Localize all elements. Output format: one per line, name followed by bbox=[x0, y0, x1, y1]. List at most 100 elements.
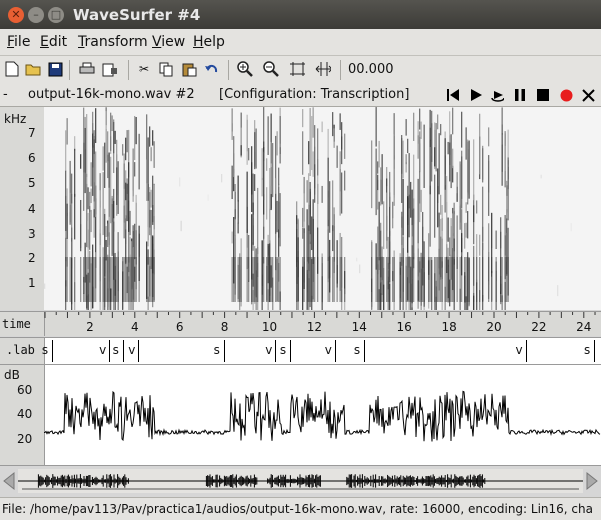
configuration-label: [Configuration: Transcription] bbox=[219, 87, 410, 102]
spectrogram-plot[interactable] bbox=[44, 107, 601, 310]
spectrogram-stripe bbox=[129, 210, 131, 236]
sound-menu-dash[interactable]: - bbox=[3, 87, 8, 102]
spectrogram-stripe bbox=[429, 109, 431, 141]
close-icon[interactable]: ✕ bbox=[8, 7, 24, 23]
spectrogram-stripe bbox=[308, 173, 310, 225]
menu-transform[interactable]: Transform bbox=[78, 34, 148, 50]
spectrogram-stripe bbox=[251, 162, 253, 212]
segment-boundary[interactable] bbox=[122, 340, 124, 362]
segment-label[interactable]: v bbox=[516, 343, 523, 357]
zoom-out-icon[interactable] bbox=[263, 61, 279, 77]
play-from-start-icon[interactable] bbox=[446, 88, 460, 102]
scroll-right-icon[interactable] bbox=[585, 471, 599, 495]
menu-edit[interactable]: Edit bbox=[40, 34, 67, 50]
segment-boundary[interactable] bbox=[109, 340, 111, 362]
spectrogram-low-band bbox=[146, 257, 148, 302]
copy-icon[interactable] bbox=[158, 61, 174, 77]
close-sound-icon[interactable] bbox=[581, 88, 595, 102]
spectrogram-stripe bbox=[255, 128, 257, 169]
zoom-selection-icon[interactable] bbox=[315, 61, 331, 77]
spectrogram-stripe bbox=[312, 107, 314, 138]
spectrogram-stripe bbox=[449, 237, 451, 257]
segment-boundary[interactable] bbox=[275, 340, 277, 362]
spectrogram-stripe bbox=[231, 231, 233, 244]
time-tick-label: 6 bbox=[176, 320, 184, 334]
zoom-fit-icon[interactable] bbox=[289, 61, 305, 77]
spectrogram-low-band bbox=[402, 257, 404, 302]
open-folder-icon[interactable] bbox=[25, 61, 41, 77]
spectrogram-low-band bbox=[257, 257, 259, 302]
segment-label[interactable]: s bbox=[354, 343, 360, 357]
power-plot[interactable] bbox=[44, 365, 601, 465]
segment-label[interactable]: v bbox=[128, 343, 135, 357]
spectrogram-low-band bbox=[251, 257, 253, 302]
segment-boundary[interactable] bbox=[289, 340, 291, 362]
record-icon[interactable] bbox=[559, 88, 573, 102]
segment-label[interactable]: v bbox=[99, 343, 106, 357]
stop-icon[interactable] bbox=[536, 88, 550, 102]
segment-label[interactable]: s bbox=[280, 343, 286, 357]
segment-boundary[interactable] bbox=[51, 340, 53, 362]
spectrogram-stripe bbox=[110, 112, 112, 151]
pause-icon[interactable] bbox=[513, 88, 527, 102]
spectrogram-stripe bbox=[270, 194, 272, 211]
new-file-icon[interactable] bbox=[4, 61, 20, 77]
segment-label[interactable]: v bbox=[325, 343, 332, 357]
khz-tick: 6 bbox=[28, 151, 36, 165]
spectrogram-stripe bbox=[312, 151, 314, 177]
spectrogram-low-band bbox=[333, 257, 335, 302]
print-setup-icon[interactable] bbox=[102, 61, 118, 77]
loop-play-icon[interactable] bbox=[490, 88, 504, 102]
spectrogram-stripe bbox=[237, 201, 239, 223]
menu-help[interactable]: Help bbox=[193, 34, 225, 50]
spectrogram-low-band bbox=[272, 257, 274, 302]
segment-boundary[interactable] bbox=[138, 340, 140, 362]
segment-label[interactable]: s bbox=[42, 343, 48, 357]
spectrogram-stripe bbox=[482, 148, 484, 183]
zoom-in-icon[interactable] bbox=[237, 61, 253, 77]
spectrogram-low-band bbox=[464, 257, 466, 302]
spectrogram-low-band bbox=[435, 257, 437, 302]
print-icon[interactable] bbox=[79, 61, 95, 77]
spectrogram-stripe bbox=[419, 131, 421, 172]
spectrogram-low-band bbox=[309, 257, 311, 302]
play-icon[interactable] bbox=[469, 88, 483, 102]
transcription-track[interactable]: s v s v s v s v s v s bbox=[42, 338, 601, 364]
spectrogram-low-band bbox=[437, 257, 439, 302]
spectrogram-stripe bbox=[440, 194, 442, 215]
spectrogram-stripe bbox=[405, 154, 407, 165]
segment-boundary[interactable] bbox=[223, 340, 225, 362]
spectrogram-stripe bbox=[132, 225, 134, 248]
overview-waveform[interactable] bbox=[18, 469, 583, 493]
spectrogram-low-band bbox=[465, 257, 467, 302]
cut-icon[interactable]: ✂ bbox=[136, 61, 152, 77]
segment-boundary[interactable] bbox=[334, 340, 336, 362]
menu-file[interactable]: File bbox=[7, 34, 30, 50]
spectrogram-stripe bbox=[150, 189, 152, 208]
minimize-icon[interactable]: – bbox=[28, 7, 44, 23]
spectrogram-low-band bbox=[456, 257, 458, 302]
undo-icon[interactable] bbox=[203, 61, 219, 77]
lab-label: .lab bbox=[6, 343, 35, 357]
segment-label[interactable]: s bbox=[584, 343, 590, 357]
db-tick: 20 bbox=[17, 432, 33, 446]
spectrogram-stripe bbox=[311, 116, 313, 171]
segment-boundary[interactable] bbox=[525, 340, 527, 362]
spectrogram-stripe bbox=[501, 107, 503, 135]
maximize-icon[interactable]: □ bbox=[48, 7, 64, 23]
paste-icon[interactable] bbox=[181, 61, 197, 77]
spectrogram-stripe bbox=[378, 201, 380, 261]
time-axis-ruler[interactable]: 2 4 6 8 10 12 14 16 18 20 22 24 bbox=[44, 312, 601, 336]
segment-label[interactable]: v bbox=[265, 343, 272, 357]
spectrogram-low-band bbox=[504, 257, 506, 302]
segment-boundary[interactable] bbox=[594, 340, 596, 362]
spectrogram-stripe bbox=[506, 180, 508, 213]
segment-label[interactable]: s bbox=[214, 343, 220, 357]
spectrogram-low-band bbox=[261, 257, 263, 302]
save-icon[interactable] bbox=[47, 61, 63, 77]
scroll-left-icon[interactable] bbox=[2, 471, 16, 495]
segment-boundary[interactable] bbox=[363, 340, 365, 362]
menu-view[interactable]: View bbox=[152, 34, 185, 50]
segment-label[interactable]: s bbox=[113, 343, 119, 357]
spectrogram-low-band bbox=[428, 257, 430, 302]
